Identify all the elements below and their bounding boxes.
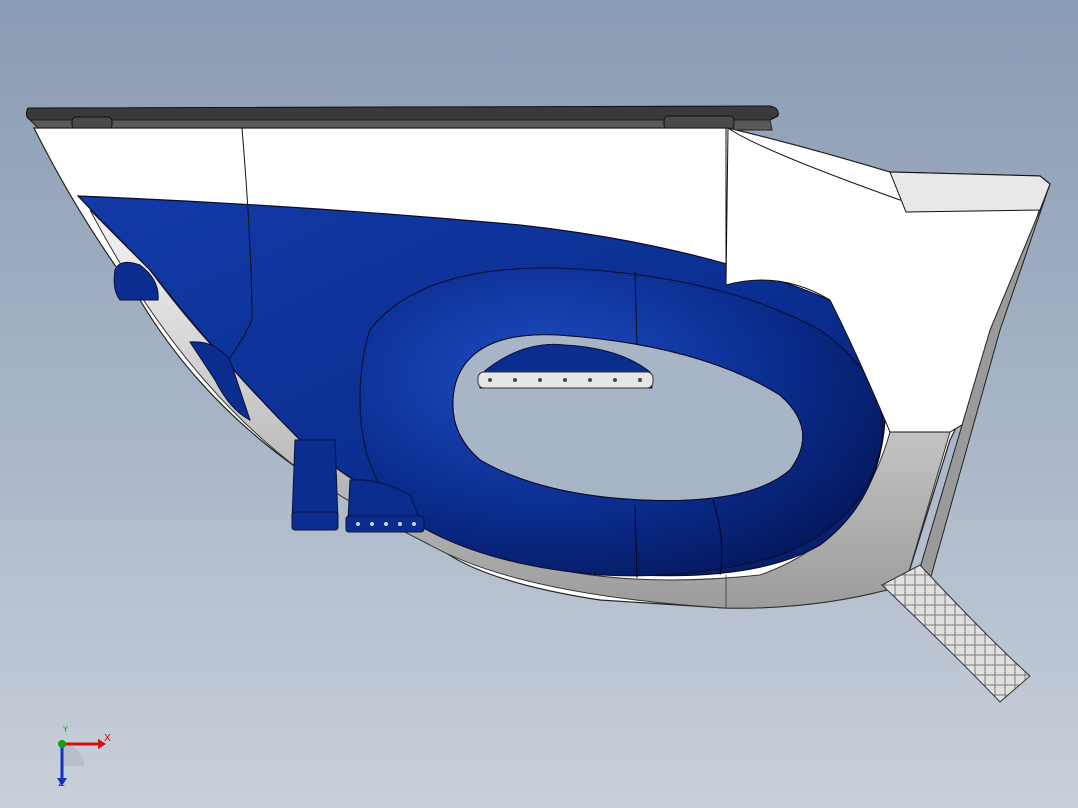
axis-z-label: Z xyxy=(58,778,65,789)
axis-y-label: Y xyxy=(63,725,68,734)
iron-model[interactable] xyxy=(0,0,1078,808)
soleplate-foot-right xyxy=(663,115,735,130)
power-cord-guard xyxy=(881,564,1031,703)
3d-graphics-viewport[interactable]: X Y Z xyxy=(0,0,1078,808)
y-axis-marker xyxy=(58,740,66,748)
axis-x-label: X xyxy=(104,733,111,744)
soleplate-foot-left xyxy=(71,116,113,130)
steam-button-1-base xyxy=(291,511,339,531)
coordinate-triad: X Y Z xyxy=(40,724,120,794)
rear-cap xyxy=(889,171,1051,213)
